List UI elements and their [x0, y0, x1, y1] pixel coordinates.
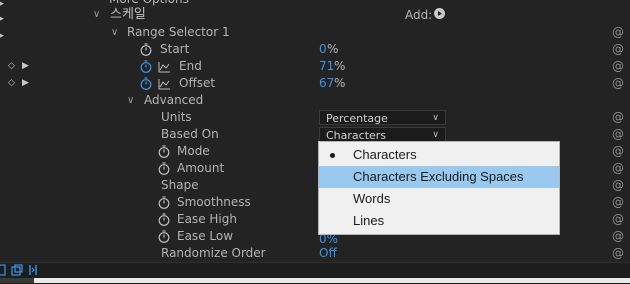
- pickwhip-spiral-icon[interactable]: @: [612, 41, 624, 58]
- advanced-title: Advanced: [144, 93, 204, 107]
- scrollbar-track-left[interactable]: [0, 278, 34, 283]
- pickwhip-spiral-icon[interactable]: @: [612, 126, 624, 143]
- units-property-row[interactable]: Units Percentage ∨ @: [0, 109, 630, 126]
- offset-percent: %: [334, 76, 346, 90]
- keyframe-diamond-icon[interactable]: ◇: [8, 75, 15, 92]
- play-triangle-icon[interactable]: ▶: [22, 75, 29, 92]
- end-label: End: [179, 59, 202, 73]
- add-label: Add:: [405, 8, 433, 22]
- menu-item-characters[interactable]: Characters: [319, 144, 559, 166]
- pickwhip-spiral-icon[interactable]: @: [612, 143, 624, 160]
- collapse-arrow-icon[interactable]: ▶: [0, 11, 4, 28]
- start-value[interactable]: 0: [319, 41, 327, 58]
- units-dropdown-value: Percentage: [326, 112, 388, 125]
- chevron-down-icon: ∨: [432, 113, 439, 123]
- advanced-group-row[interactable]: ∨ Advanced: [0, 92, 630, 109]
- start-percent: %: [327, 42, 339, 56]
- shape-label: Shape: [161, 178, 199, 192]
- pickwhip-spiral-icon[interactable]: @: [612, 194, 624, 211]
- keyframe-diamond-icon[interactable]: ◇: [8, 58, 15, 75]
- based-on-dropdown[interactable]: Characters ∨: [319, 127, 446, 142]
- play-triangle-icon[interactable]: ▶: [22, 58, 29, 75]
- based-on-label: Based On: [161, 127, 219, 141]
- menu-item-label: Characters: [353, 147, 417, 162]
- mode-label: Mode: [177, 144, 210, 158]
- range-selector-row[interactable]: ∨ Range Selector 1 @: [0, 24, 630, 41]
- chevron-down-icon[interactable]: ∨: [93, 6, 100, 23]
- collapse-arrow-icon[interactable]: ▶: [0, 28, 4, 45]
- pickwhip-spiral-icon[interactable]: @: [612, 109, 624, 126]
- menu-item-words[interactable]: Words: [319, 188, 559, 210]
- offset-property-row[interactable]: ◇ ▶ Offset 67 % @: [0, 75, 630, 92]
- randomize-order-label: Randomize Order: [161, 246, 266, 260]
- end-value[interactable]: 71: [319, 58, 334, 75]
- pickwhip-spiral-icon[interactable]: @: [612, 177, 624, 194]
- menu-item-characters-excluding-spaces[interactable]: Characters Excluding Spaces: [319, 166, 559, 188]
- pickwhip-spiral-icon[interactable]: @: [612, 24, 624, 41]
- korean-animator-label: 스케일: [110, 7, 146, 22]
- range-selector-title: Range Selector 1: [127, 25, 230, 39]
- offset-value[interactable]: 67: [319, 75, 334, 92]
- randomize-order-property-row[interactable]: Randomize Order Off @: [0, 245, 630, 262]
- menu-item-lines[interactable]: Lines: [319, 210, 559, 232]
- smoothness-label: Smoothness: [177, 195, 251, 209]
- pickwhip-spiral-icon[interactable]: @: [612, 160, 624, 177]
- pickwhip-spiral-icon[interactable]: @: [612, 58, 624, 75]
- chevron-down-icon[interactable]: ∨: [111, 24, 118, 41]
- menu-item-label: Characters Excluding Spaces: [353, 169, 524, 184]
- korean-property-row[interactable]: ∨ 스케일 Add:: [0, 6, 630, 23]
- pickwhip-spiral-icon[interactable]: @: [612, 245, 624, 262]
- add-play-triangle-icon[interactable]: [434, 8, 445, 19]
- units-dropdown[interactable]: Percentage ∨: [319, 110, 446, 125]
- based-on-dropdown-menu: Characters Characters Excluding Spaces W…: [318, 141, 560, 235]
- horizontal-scrollbar[interactable]: [34, 278, 630, 283]
- chevron-down-icon[interactable]: ∨: [127, 92, 134, 109]
- pickwhip-spiral-icon[interactable]: @: [612, 211, 624, 228]
- amount-label: Amount: [177, 161, 225, 175]
- randomize-order-value[interactable]: Off: [319, 245, 337, 262]
- end-property-row[interactable]: ◇ ▶ End 71 % @: [0, 58, 630, 75]
- offset-label: Offset: [179, 76, 216, 90]
- selected-bullet-icon: [330, 153, 335, 158]
- start-label: Start: [160, 42, 190, 56]
- menu-item-label: Words: [353, 191, 391, 206]
- pickwhip-spiral-icon[interactable]: @: [612, 75, 624, 92]
- menu-item-label: Lines: [353, 213, 385, 228]
- ease-high-label: Ease High: [177, 212, 237, 226]
- start-property-row[interactable]: Start 0 % @: [0, 41, 630, 58]
- units-label: Units: [161, 110, 192, 124]
- pickwhip-spiral-icon[interactable]: @: [612, 228, 624, 245]
- end-percent: %: [334, 59, 346, 73]
- ease-low-label: Ease Low: [177, 229, 234, 243]
